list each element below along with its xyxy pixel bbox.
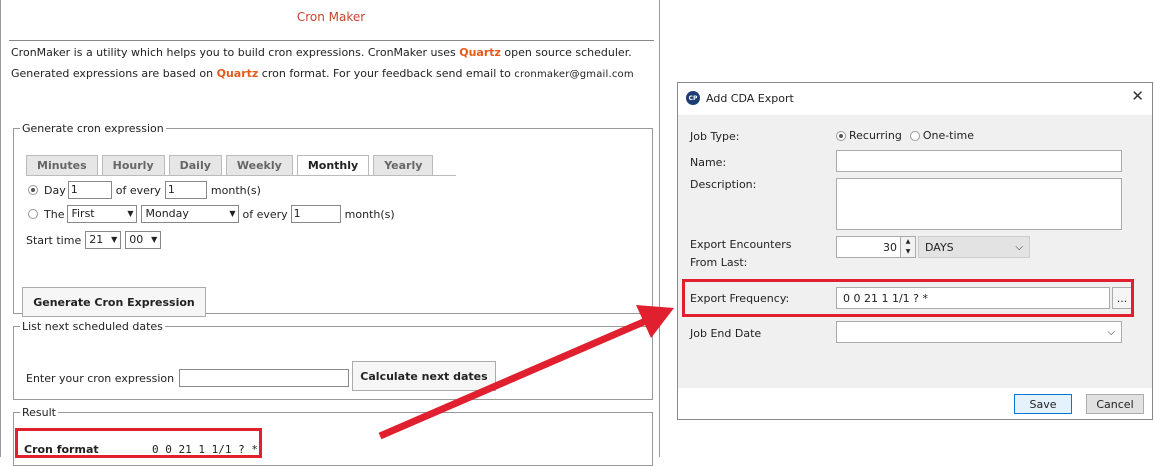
onetime-label: One-time: [922, 129, 975, 142]
cancel-button[interactable]: Cancel: [1086, 394, 1144, 414]
end-date-label: Job End Date: [690, 327, 762, 340]
encounters-label-2: From Last:: [690, 256, 748, 269]
dialog-title: Add CDA Export: [706, 91, 794, 105]
dialog-body: Job Type: Recurring One-time Name: Descr…: [678, 115, 1152, 388]
frequency-highlight: [682, 279, 1134, 317]
end-date-select[interactable]: ⌵: [836, 321, 1122, 343]
recurring-radio[interactable]: [836, 130, 846, 141]
app-logo-icon: CP: [686, 91, 700, 105]
job-type-options: Recurring One-time: [836, 129, 974, 142]
name-label: Name:: [690, 156, 727, 169]
add-cda-export-dialog: CP Add CDA Export ✕ Job Type: Recurring …: [677, 82, 1153, 420]
stepper-down-icon[interactable]: ▼: [901, 247, 915, 257]
chevron-down-icon: ⌵: [1015, 241, 1023, 253]
onetime-radio[interactable]: [909, 130, 920, 141]
encounters-label-1: Export Encounters: [690, 238, 792, 251]
recurring-label: Recurring: [849, 129, 902, 142]
unit-value: DAYS: [925, 240, 954, 254]
chevron-down-icon: ⌵: [1107, 326, 1115, 338]
description-textarea[interactable]: [836, 178, 1122, 230]
arrow-shaft: [378, 316, 650, 440]
encounters-value: 30: [883, 240, 897, 254]
description-label: Description:: [690, 178, 757, 191]
dialog-footer: Save Cancel: [678, 388, 1152, 419]
unit-select[interactable]: DAYS ⌵: [918, 236, 1030, 258]
dialog-titlebar: CP Add CDA Export: [686, 91, 794, 105]
job-type-label: Job Type:: [690, 130, 740, 143]
stepper-up-icon[interactable]: ▲: [901, 237, 915, 247]
close-icon[interactable]: ✕: [1131, 87, 1144, 105]
name-input[interactable]: [836, 150, 1122, 172]
encounters-stepper[interactable]: 30 ▲ ▼: [836, 236, 916, 258]
save-button[interactable]: Save: [1014, 394, 1072, 414]
stepper-buttons[interactable]: ▲ ▼: [900, 237, 915, 257]
